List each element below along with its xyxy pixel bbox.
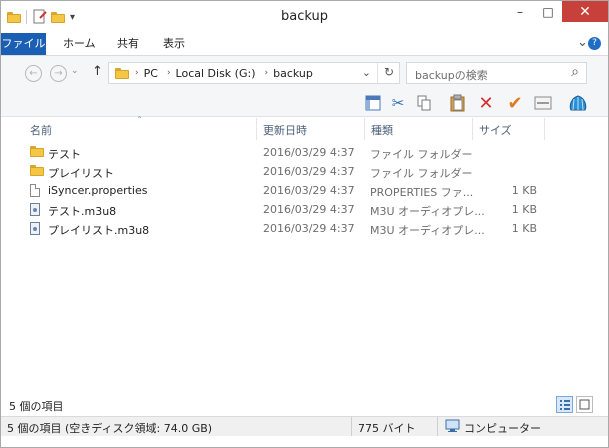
delete-icon[interactable]: ✕ bbox=[475, 92, 497, 114]
title-bar: ▾ backup – □ ✕ bbox=[1, 1, 608, 32]
minimize-button[interactable]: – bbox=[506, 1, 534, 22]
large-icons-view-button[interactable] bbox=[576, 396, 593, 413]
computer-icon bbox=[445, 419, 460, 432]
file-type: M3U オーディオプレ... bbox=[370, 205, 485, 218]
file-name: iSyncer.properties bbox=[48, 184, 148, 197]
shell-icon[interactable] bbox=[567, 92, 589, 114]
explorer-window: ▾ backup – □ ✕ ファイル ホーム 共有 表示 ⌄ ? ← → ⌄ … bbox=[0, 0, 609, 448]
forward-button[interactable]: → bbox=[50, 65, 67, 82]
file-type: PROPERTIES ファ... bbox=[370, 186, 474, 199]
status-location: コンピューター bbox=[464, 422, 541, 435]
file-row[interactable]: プレイリスト.m3u8 2016/03/29 4:37 M3U オーディオプレ.… bbox=[22, 220, 552, 239]
help-icon[interactable]: ? bbox=[588, 37, 601, 50]
file-name: プレイリスト.m3u8 bbox=[48, 224, 150, 237]
up-button[interactable]: ↑ bbox=[92, 64, 103, 79]
search-icon[interactable]: ⌕ bbox=[571, 64, 579, 80]
panel-icon[interactable] bbox=[362, 92, 384, 114]
breadcrumb-separator[interactable]: › bbox=[167, 68, 171, 78]
details-status-bar: 5 個の項目 (空きディスク領域: 74.0 GB) 775 バイト コンピュー… bbox=[1, 416, 608, 436]
maximize-button[interactable]: □ bbox=[534, 1, 562, 22]
search-placeholder: backupの検索 bbox=[415, 69, 488, 82]
file-date: 2016/03/29 4:37 bbox=[263, 184, 355, 197]
tab-home[interactable]: ホーム bbox=[53, 33, 106, 55]
tab-share[interactable]: 共有 bbox=[107, 33, 149, 55]
file-row[interactable]: テスト.m3u8 2016/03/29 4:37 M3U オーディオプレ... … bbox=[22, 201, 552, 220]
paste-icon[interactable] bbox=[447, 92, 469, 114]
ribbon-tabs: ファイル ホーム 共有 表示 ⌄ ? bbox=[1, 33, 608, 56]
file-type: M3U オーディオプレ... bbox=[370, 224, 485, 237]
file-row[interactable]: テスト 2016/03/29 4:37 ファイル フォルダー bbox=[22, 144, 552, 163]
recent-locations-icon[interactable]: ⌄ bbox=[71, 66, 79, 76]
close-button[interactable]: ✕ bbox=[562, 1, 608, 22]
refresh-icon[interactable]: ↻ bbox=[384, 65, 394, 79]
column-headers: ˆ 名前 更新日時 種類 サイズ bbox=[1, 116, 608, 140]
breadcrumb-separator[interactable]: › bbox=[135, 68, 139, 78]
breadcrumb-backup[interactable]: backup bbox=[273, 67, 313, 80]
large-icons-view-icon bbox=[579, 399, 590, 410]
file-name: プレイリスト bbox=[48, 167, 114, 180]
status-details: 5 個の項目 (空きディスク領域: 74.0 GB) bbox=[7, 422, 213, 435]
tab-view[interactable]: 表示 bbox=[153, 33, 195, 55]
address-dropdown-icon[interactable]: ⌄ bbox=[362, 66, 371, 79]
item-count: 5 個の項目 bbox=[9, 400, 64, 413]
playlist-file-icon bbox=[30, 222, 40, 235]
breadcrumb-local-disk[interactable]: Local Disk (G:) bbox=[176, 67, 256, 80]
document-icon bbox=[30, 184, 40, 197]
details-view-icon bbox=[560, 400, 570, 410]
file-date: 2016/03/29 4:37 bbox=[263, 165, 355, 178]
file-type: ファイル フォルダー bbox=[370, 167, 473, 180]
address-bar[interactable]: › PC › Local Disk (G:) › backup ⌄ ↻ bbox=[108, 62, 400, 84]
back-button[interactable]: ← bbox=[25, 65, 42, 82]
file-size: 1 KB bbox=[511, 222, 537, 235]
file-date: 2016/03/29 4:37 bbox=[263, 203, 355, 216]
search-box[interactable]: backupの検索 ⌕ bbox=[406, 62, 587, 84]
window-icon[interactable] bbox=[532, 92, 554, 114]
file-row[interactable]: iSyncer.properties 2016/03/29 4:37 PROPE… bbox=[22, 182, 552, 201]
file-date: 2016/03/29 4:37 bbox=[263, 146, 355, 159]
column-header-size[interactable]: サイズ bbox=[479, 122, 512, 138]
copy-icon[interactable] bbox=[413, 92, 435, 114]
column-header-date[interactable]: 更新日時 bbox=[263, 122, 307, 138]
tab-file[interactable]: ファイル bbox=[1, 33, 46, 55]
details-view-button[interactable] bbox=[556, 396, 573, 413]
breadcrumb-separator[interactable]: › bbox=[265, 68, 269, 78]
address-row: ← → ⌄ ↑ › PC › Local Disk (G:) › backup … bbox=[1, 56, 608, 90]
file-size: 1 KB bbox=[511, 184, 537, 197]
file-row[interactable]: プレイリスト 2016/03/29 4:37 ファイル フォルダー bbox=[22, 163, 552, 182]
status-size: 775 バイト bbox=[358, 422, 416, 435]
file-type: ファイル フォルダー bbox=[370, 148, 473, 161]
custom-toolbar: ✂ ✕ ✔ bbox=[1, 90, 608, 117]
file-date: 2016/03/29 4:37 bbox=[263, 222, 355, 235]
breadcrumb-pc[interactable]: PC bbox=[144, 67, 158, 80]
folder-icon bbox=[115, 67, 129, 79]
status-bar: 5 個の項目 bbox=[1, 396, 608, 416]
column-header-name[interactable]: 名前 bbox=[30, 122, 52, 138]
column-header-type[interactable]: 種類 bbox=[371, 122, 393, 138]
file-name: テスト.m3u8 bbox=[48, 205, 117, 218]
file-size: 1 KB bbox=[511, 203, 537, 216]
sort-indicator-icon: ˆ bbox=[137, 116, 142, 127]
cut-icon[interactable]: ✂ bbox=[387, 92, 409, 114]
folder-icon bbox=[30, 146, 44, 157]
check-icon[interactable]: ✔ bbox=[504, 92, 526, 114]
file-name: テスト bbox=[48, 148, 81, 161]
folder-icon bbox=[30, 165, 44, 176]
playlist-file-icon bbox=[30, 203, 40, 216]
